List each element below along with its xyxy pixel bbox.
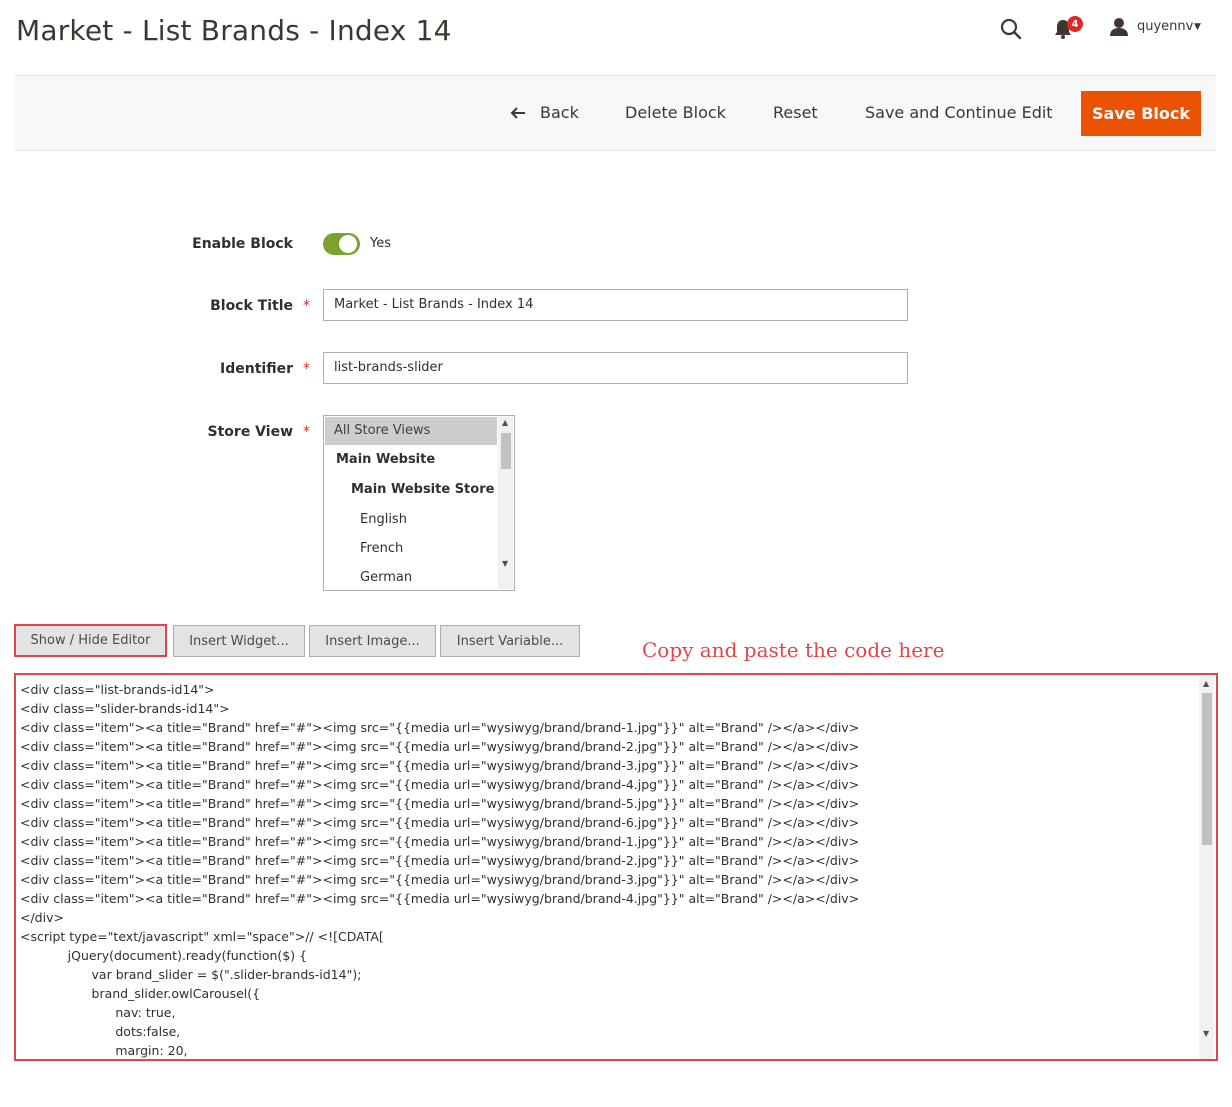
scroll-down-icon[interactable]: ▼ — [1203, 1029, 1209, 1038]
save-block-button[interactable]: Save Block — [1081, 91, 1201, 136]
enable-block-label: Enable Block — [192, 236, 293, 252]
scroll-thumb[interactable] — [501, 433, 511, 469]
scroll-up-icon[interactable]: ▲ — [1203, 679, 1209, 688]
store-option-store[interactable]: Main Website Store — [351, 482, 494, 497]
scroll-thumb[interactable] — [1202, 693, 1212, 845]
code-line: <div class="item"><a title="Brand" href=… — [20, 777, 860, 792]
editor-scrollbar[interactable]: ▲ ▼ — [1199, 677, 1214, 1059]
delete-block-button[interactable]: Delete Block — [625, 103, 726, 122]
code-line: <div class="item"><a title="Brand" href=… — [20, 872, 860, 887]
reset-button[interactable]: Reset — [773, 103, 818, 122]
back-button[interactable]: Back — [540, 103, 579, 122]
code-line: <div class="slider-brands-id14"> — [20, 701, 230, 716]
required-asterisk: * — [303, 298, 310, 314]
arrow-left-icon[interactable] — [510, 105, 528, 121]
store-view-multiselect[interactable]: All Store Views Main Website Main Websit… — [323, 415, 515, 591]
store-option-french[interactable]: French — [360, 541, 403, 556]
code-line: <div class="item"><a title="Brand" href=… — [20, 891, 860, 906]
code-line: jQuery(document).ready(function($) { — [20, 948, 308, 963]
multiselect-scrollbar[interactable]: ▲ ▼ — [498, 417, 513, 589]
content-textarea[interactable]: <div class="list-brands-id14"> <div class… — [18, 677, 1202, 1059]
store-option-all[interactable]: All Store Views — [334, 423, 430, 438]
insert-variable-button[interactable]: Insert Variable... — [440, 625, 580, 657]
identifier-label: Identifier — [220, 361, 293, 377]
content-editor-highlight: <div class="list-brands-id14"> <div class… — [14, 673, 1218, 1061]
store-option-german[interactable]: German — [360, 570, 412, 585]
code-line: <div class="item"><a title="Brand" href=… — [20, 815, 860, 830]
toggle-knob — [339, 235, 357, 253]
username[interactable]: quyennv — [1137, 19, 1193, 34]
code-line: var brand_slider = $(".slider-brands-id1… — [20, 967, 362, 982]
insert-widget-button[interactable]: Insert Widget... — [173, 625, 305, 657]
code-line: </div> — [20, 910, 64, 925]
code-line: dots:false, — [20, 1024, 181, 1039]
scroll-up-icon[interactable]: ▲ — [502, 418, 508, 427]
store-option-english[interactable]: English — [360, 512, 407, 527]
block-title-label: Block Title — [210, 298, 293, 314]
enable-block-value: Yes — [370, 236, 391, 251]
code-line: <script type="text/javascript" xml="spac… — [20, 929, 384, 944]
code-line: <div class="item"><a title="Brand" href=… — [20, 796, 860, 811]
block-title-input[interactable]: Market - List Brands - Index 14 — [323, 289, 908, 321]
code-line: <div class="item"><a title="Brand" href=… — [20, 758, 860, 773]
code-line: brand_slider.owlCarousel({ — [20, 986, 261, 1001]
identifier-input[interactable]: list-brands-slider — [323, 352, 908, 384]
store-option-website[interactable]: Main Website — [336, 452, 435, 467]
store-view-label: Store View — [207, 424, 293, 440]
save-continue-button[interactable]: Save and Continue Edit — [865, 103, 1053, 122]
code-line: margin: 20, — [20, 1043, 188, 1058]
code-line: <div class="list-brands-id14"> — [20, 682, 215, 697]
notification-badge[interactable]: 4 — [1067, 16, 1083, 32]
code-line: <div class="item"><a title="Brand" href=… — [20, 834, 860, 849]
required-asterisk: * — [303, 361, 310, 377]
user-icon[interactable] — [1108, 16, 1130, 38]
caret-down-icon[interactable]: ▼ — [1194, 22, 1201, 32]
show-hide-editor-button[interactable]: Show / Hide Editor — [14, 624, 167, 657]
insert-image-button[interactable]: Insert Image... — [309, 625, 436, 657]
code-line: <div class="item"><a title="Brand" href=… — [20, 739, 860, 754]
annotation-text: Copy and paste the code here — [642, 638, 945, 662]
search-icon[interactable] — [998, 16, 1024, 42]
code-line: nav: true, — [20, 1005, 176, 1020]
required-asterisk: * — [303, 424, 310, 440]
page-title: Market - List Brands - Index 14 — [16, 14, 452, 47]
scroll-down-icon[interactable]: ▼ — [502, 559, 508, 568]
code-line: <div class="item"><a title="Brand" href=… — [20, 720, 860, 735]
code-line: <div class="item"><a title="Brand" href=… — [20, 853, 860, 868]
